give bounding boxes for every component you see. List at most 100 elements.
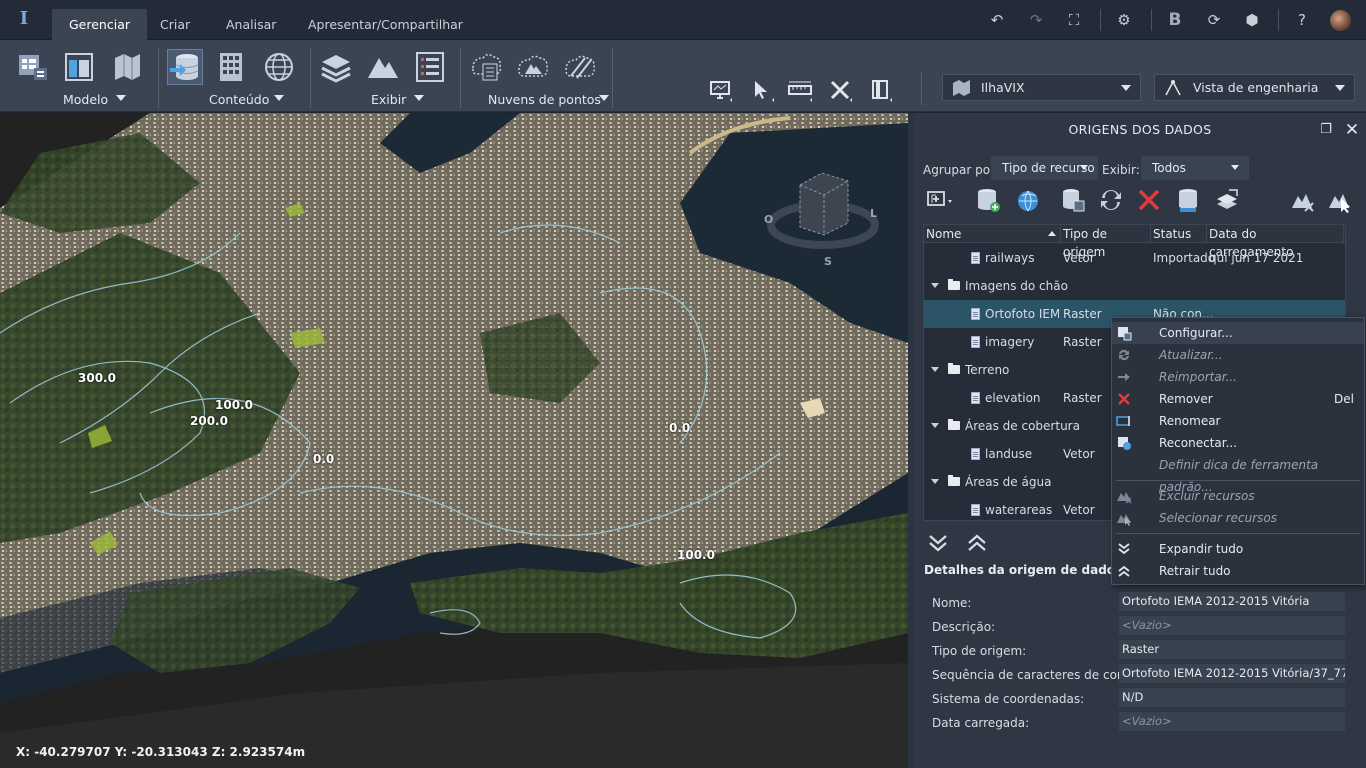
menu-item-expandir-tudo[interactable]: Expandir tudo bbox=[1112, 538, 1364, 560]
bim360-icon[interactable]: B bbox=[1165, 10, 1185, 30]
gear-icon[interactable]: ⚙ bbox=[1114, 10, 1134, 30]
help-icon[interactable]: ? bbox=[1292, 10, 1312, 30]
model-layout-icon[interactable] bbox=[62, 50, 96, 84]
menu-item-reconectar[interactable]: Reconectar... bbox=[1112, 432, 1364, 454]
collapse-chevron-icon[interactable] bbox=[931, 283, 939, 288]
database-sync-icon[interactable] bbox=[1174, 186, 1204, 216]
select-features-icon[interactable] bbox=[1325, 186, 1355, 216]
detail-value-descricao[interactable]: <Vazio> bbox=[1119, 616, 1345, 635]
menu-item-selecionar-recursos[interactable]: Selecionar recursos bbox=[1112, 507, 1364, 529]
terrain-icon[interactable] bbox=[366, 50, 400, 84]
table-group-imagens-do-chao[interactable]: Imagens do chão bbox=[924, 272, 1345, 300]
show-filter-dropdown[interactable]: Todos bbox=[1141, 156, 1249, 180]
collapse-chevron-icon[interactable] bbox=[931, 367, 939, 372]
redo-icon[interactable]: ↷ bbox=[1026, 10, 1046, 30]
style-layers-icon[interactable] bbox=[1213, 186, 1243, 216]
tab-criar[interactable]: Criar bbox=[143, 9, 207, 40]
database-properties-icon[interactable] bbox=[1059, 186, 1089, 216]
app-logo-icon[interactable]: I bbox=[14, 8, 34, 30]
exclude-features-icon[interactable] bbox=[1288, 186, 1318, 216]
fullscreen-icon[interactable]: ⛶ bbox=[1064, 10, 1084, 30]
tools-icon[interactable] bbox=[828, 78, 854, 102]
building-grid-icon[interactable] bbox=[214, 50, 248, 84]
detail-value-nome[interactable]: Ortofoto IEMA 2012-2015 Vitória bbox=[1119, 592, 1345, 611]
menu-item-renomear[interactable]: Renomear bbox=[1112, 410, 1364, 432]
ribbon-group-modelo[interactable]: Modelo bbox=[63, 92, 108, 108]
menu-item-definir-dica[interactable]: Definir dica de ferramenta padrão... bbox=[1112, 454, 1364, 494]
ribbon-group-exibir[interactable]: Exibir bbox=[371, 92, 406, 108]
menu-item-atualizar[interactable]: Atualizar... bbox=[1112, 344, 1364, 366]
point-cloud-terrain-icon[interactable] bbox=[516, 50, 550, 84]
restore-window-icon[interactable]: ❐ bbox=[1317, 121, 1335, 139]
group-name: Imagens do chão bbox=[965, 279, 1068, 293]
tab-apresentar-compartilhar[interactable]: Apresentar/Compartilhar bbox=[291, 9, 480, 40]
globe-network-icon[interactable] bbox=[262, 50, 296, 84]
separator bbox=[1100, 9, 1101, 31]
table-row-railways[interactable]: railways Vetor Importado qui jun 17 2021 bbox=[924, 244, 1345, 272]
expand-all-icon[interactable] bbox=[927, 533, 949, 553]
group-by-label: Agrupar por: bbox=[923, 163, 999, 177]
package-icon[interactable]: ⬢ bbox=[1242, 10, 1262, 30]
add-database-icon[interactable] bbox=[974, 186, 1004, 216]
map-document-icon[interactable] bbox=[110, 50, 144, 84]
3d-viewport[interactable]: O L S 300.0 200.0 100.0 0.0 0.0 100.0 X:… bbox=[0, 113, 908, 768]
navigation-compass[interactable]: O L S bbox=[760, 165, 880, 275]
menu-item-retrair-tudo[interactable]: Retrair tudo bbox=[1112, 560, 1364, 582]
detail-value-data-carregada[interactable]: <Vazio> bbox=[1119, 712, 1345, 731]
web-service-icon[interactable] bbox=[1014, 186, 1044, 216]
add-data-source-icon[interactable] bbox=[924, 186, 954, 216]
folder-icon bbox=[948, 279, 960, 290]
column-header-data-do-carregamento[interactable]: Data do carregamento bbox=[1207, 225, 1344, 259]
tab-gerenciar[interactable]: Gerenciar bbox=[52, 9, 147, 40]
detail-label-nome: Nome: bbox=[932, 596, 972, 610]
menu-item-configurar[interactable]: Configurar... bbox=[1112, 322, 1364, 344]
collapse-chevron-icon[interactable] bbox=[931, 479, 939, 484]
sync-icon[interactable]: ⟳ bbox=[1204, 10, 1224, 30]
remove-icon[interactable] bbox=[1135, 186, 1165, 216]
user-avatar[interactable] bbox=[1330, 10, 1351, 31]
column-header-tipo-de-origem[interactable]: Tipo de origem bbox=[1061, 225, 1151, 259]
book-icon[interactable] bbox=[868, 78, 894, 102]
undo-icon[interactable]: ↶ bbox=[987, 10, 1007, 30]
collapse-all-icon[interactable] bbox=[966, 533, 988, 553]
data-sources-icon[interactable] bbox=[167, 49, 203, 85]
menu-item-reimportar[interactable]: Reimportar... bbox=[1112, 366, 1364, 388]
menu-item-remover[interactable]: Remover Del bbox=[1112, 388, 1364, 410]
detail-label-data-carregada: Data carregada: bbox=[932, 716, 1030, 730]
point-cloud-road-icon[interactable] bbox=[563, 50, 597, 84]
display-settings-icon[interactable] bbox=[708, 78, 734, 102]
ribbon-group-nuvens-de-pontos[interactable]: Nuvens de pontos bbox=[488, 92, 601, 108]
model-selector-dropdown[interactable]: IlhaVIX bbox=[942, 74, 1141, 101]
menu-item-label: Configurar... bbox=[1159, 326, 1233, 340]
ribbon-group-conteudo[interactable]: Conteúdo bbox=[209, 92, 269, 108]
chevron-down-icon[interactable] bbox=[274, 95, 284, 101]
group-by-dropdown[interactable]: Tipo de recurso bbox=[991, 156, 1098, 180]
row-type: Raster bbox=[1063, 335, 1102, 349]
measure-ruler-icon[interactable] bbox=[788, 78, 814, 102]
column-header-status[interactable]: Status bbox=[1151, 225, 1207, 243]
close-icon[interactable]: ✕ bbox=[1343, 121, 1361, 139]
column-header-nome[interactable]: Nome bbox=[924, 225, 1061, 243]
sort-ascending-icon[interactable] bbox=[1048, 231, 1056, 236]
menu-item-excluir-recursos[interactable]: Excluir recursos bbox=[1112, 485, 1364, 507]
view-selector-value: Vista de engenharia bbox=[1193, 80, 1319, 95]
collapse-chevron-icon[interactable] bbox=[931, 423, 939, 428]
detail-value-sistema-de-coordenadas[interactable]: N/D bbox=[1119, 688, 1345, 707]
collapse-all-icon bbox=[1116, 563, 1132, 579]
chevron-down-icon[interactable] bbox=[414, 95, 424, 101]
layers-icon[interactable] bbox=[319, 50, 353, 84]
refresh-icon[interactable] bbox=[1097, 186, 1127, 216]
menu-item-label: Retrair tudo bbox=[1159, 564, 1231, 578]
contour-label: 200.0 bbox=[190, 414, 228, 428]
point-cloud-list-icon[interactable] bbox=[469, 50, 503, 84]
cursor-coordinates: X: -40.279707 Y: -20.313043 Z: 2.923574m bbox=[16, 745, 306, 759]
chevron-down-icon[interactable] bbox=[116, 95, 126, 101]
select-pointer-icon[interactable] bbox=[750, 78, 776, 102]
model-properties-icon[interactable] bbox=[16, 50, 50, 84]
detail-value-conexao[interactable]: Ortofoto IEMA 2012-2015 Vitória/37_777.e… bbox=[1119, 664, 1345, 683]
view-selector-dropdown[interactable]: Vista de engenharia bbox=[1154, 74, 1355, 101]
detail-value-tipo-de-origem[interactable]: Raster bbox=[1119, 640, 1345, 659]
list-view-icon[interactable] bbox=[413, 50, 447, 84]
chevron-down-icon[interactable] bbox=[599, 95, 609, 101]
tab-analisar[interactable]: Analisar bbox=[209, 9, 293, 40]
